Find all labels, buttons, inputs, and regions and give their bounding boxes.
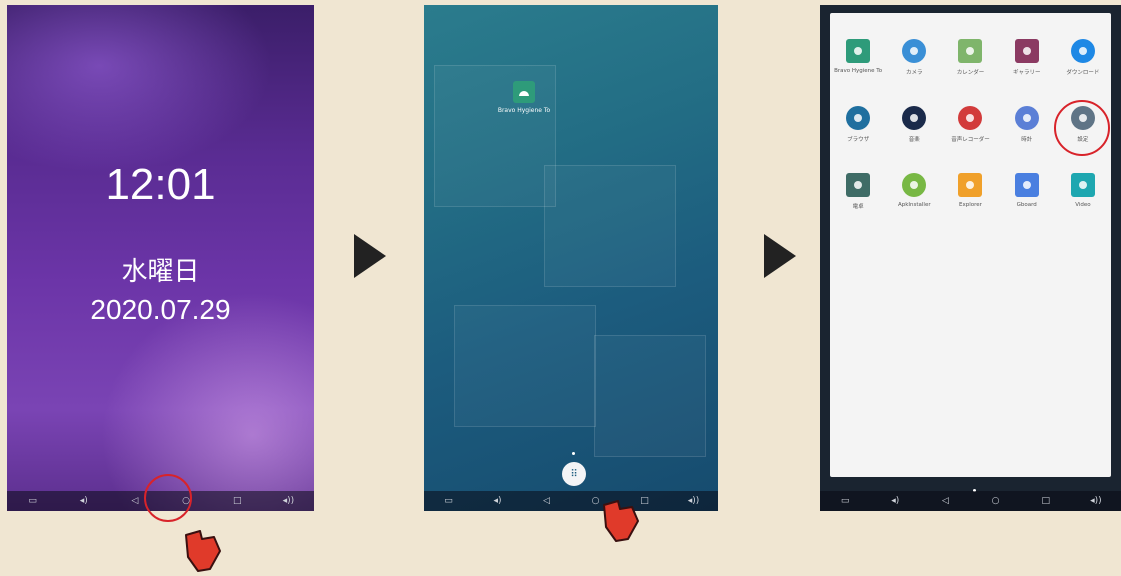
- all-apps-button[interactable]: ⠿: [562, 462, 586, 486]
- home-button-highlight: [144, 474, 192, 522]
- lock-weekday: 水曜日: [121, 257, 200, 287]
- mic-icon: [958, 106, 983, 130]
- recents-icon[interactable]: □: [230, 496, 244, 506]
- back-icon[interactable]: ◁: [938, 496, 952, 506]
- app-drawer-item-label: ギャラリー: [1012, 70, 1041, 76]
- calendar-icon: [958, 39, 983, 63]
- lock-screen: 12:01 水曜日 2020.07.29 ▭ ◂) ◁ ○ □ ◂)): [7, 5, 314, 511]
- app-drawer-item-label: Bravo Hygiene To: [834, 68, 883, 74]
- wallpaper-tile: [594, 335, 706, 457]
- app-drawer-item-label: ダウンロード: [1066, 70, 1100, 76]
- app-drawer-item-label: 電卓: [852, 204, 864, 210]
- music-icon: [902, 106, 927, 130]
- clock-icon: [1014, 106, 1039, 130]
- app-drawer-item-label: ApkInstaller: [897, 202, 931, 208]
- android-app-icon: [846, 39, 871, 63]
- app-drawer-item-label: Video: [1075, 202, 1091, 208]
- home-shortcut-label: Bravo Hygiene To: [497, 107, 551, 114]
- app-drawer-item-label: 音楽: [908, 137, 920, 143]
- app-drawer-item[interactable]: ギャラリー: [999, 39, 1055, 76]
- navigation-bar: ▭ ◂) ◁ ○ □ ◂)): [424, 491, 718, 511]
- app-drawer-item[interactable]: カメラ: [886, 39, 942, 76]
- screenshot-icon[interactable]: ▭: [26, 496, 40, 506]
- android-icon: [902, 173, 927, 197]
- volume-down-icon[interactable]: ◂): [888, 496, 902, 506]
- app-drawer-item[interactable]: 音声レコーダー: [942, 106, 998, 143]
- navigation-bar: ▭ ◂) ◁ ○ □ ◂)): [820, 491, 1121, 511]
- folder-icon: [958, 173, 983, 197]
- app-drawer-item[interactable]: ApkInstaller: [886, 173, 942, 210]
- settings-highlight: [1054, 100, 1110, 156]
- gallery-icon: [1014, 39, 1039, 63]
- app-drawer: Bravo Hygiene To カメラ カレンダー ギャラリー ダウンロードブラウザ 音…: [830, 13, 1111, 477]
- volume-down-icon[interactable]: ◂): [77, 496, 91, 506]
- app-drawer-item-label: 時計: [1021, 137, 1033, 143]
- app-drawer-item[interactable]: Bravo Hygiene To: [830, 39, 886, 76]
- keyboard-icon: [1014, 173, 1039, 197]
- browser-icon: [846, 106, 871, 130]
- back-icon[interactable]: ◁: [128, 496, 142, 506]
- home-shortcut[interactable]: Bravo Hygiene To: [474, 81, 574, 114]
- app-drawer-item[interactable]: 音楽: [886, 106, 942, 143]
- app-drawer-item-label: ブラウザ: [847, 137, 870, 143]
- app-drawer-screen: Bravo Hygiene To カメラ カレンダー ギャラリー ダウンロードブラウザ 音…: [820, 5, 1121, 511]
- grid-icon: ⠿: [570, 468, 578, 480]
- pointer-hand-icon: [185, 530, 221, 572]
- camera-icon: [902, 39, 927, 63]
- volume-up-icon[interactable]: ◂)): [281, 496, 295, 506]
- lock-date: 2020.07.29: [90, 294, 231, 325]
- app-drawer-item[interactable]: カレンダー: [942, 39, 998, 76]
- next-step-arrow-icon: [764, 234, 796, 278]
- volume-up-icon[interactable]: ◂)): [687, 496, 701, 506]
- play-icon: [1070, 173, 1095, 197]
- app-drawer-item[interactable]: 時計: [999, 106, 1055, 143]
- screenshot-icon[interactable]: ▭: [442, 496, 456, 506]
- app-drawer-item-label: カメラ: [906, 70, 923, 76]
- recents-icon[interactable]: □: [1039, 496, 1053, 506]
- back-icon[interactable]: ◁: [540, 496, 554, 506]
- app-drawer-item[interactable]: Explorer: [942, 173, 998, 210]
- screenshot-icon[interactable]: ▭: [838, 496, 852, 506]
- volume-up-icon[interactable]: ◂)): [1089, 496, 1103, 506]
- app-drawer-item[interactable]: 電卓: [830, 173, 886, 210]
- download-icon: [1070, 39, 1095, 63]
- next-step-arrow-icon: [354, 234, 386, 278]
- page-indicator: [572, 452, 575, 455]
- app-drawer-item[interactable]: Video: [1055, 173, 1111, 210]
- app-drawer-item[interactable]: ダウンロード: [1055, 39, 1111, 76]
- app-drawer-item-label: Gboard: [1016, 202, 1037, 208]
- home-screen: Bravo Hygiene To ⠿ ▭ ◂) ◁ ○ □ ◂)): [424, 5, 718, 511]
- pointer-hand-icon: [603, 500, 639, 542]
- app-drawer-item-label: 音声レコーダー: [951, 137, 990, 143]
- wallpaper-tile: [544, 165, 676, 287]
- calculator-icon: [846, 173, 871, 197]
- app-drawer-item[interactable]: ブラウザ: [830, 106, 886, 143]
- app-drawer-item-label: カレンダー: [956, 70, 985, 76]
- app-drawer-item[interactable]: Gboard: [999, 173, 1055, 210]
- volume-down-icon[interactable]: ◂): [491, 496, 505, 506]
- wallpaper-tile: [454, 305, 596, 427]
- home-icon[interactable]: ○: [989, 496, 1003, 506]
- android-app-icon: [513, 81, 535, 103]
- app-drawer-item-label: Explorer: [959, 202, 982, 208]
- lock-clock: 12:01: [105, 160, 216, 209]
